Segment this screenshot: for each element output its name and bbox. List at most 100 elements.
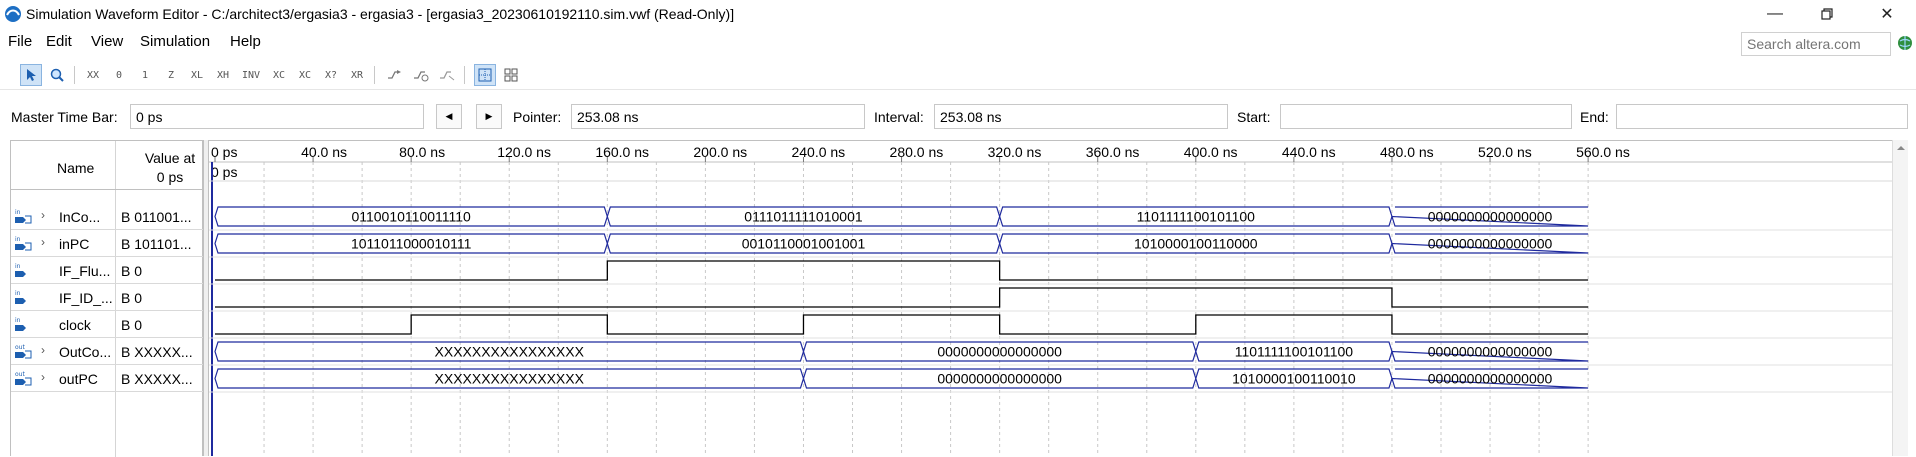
time-tick-label: 560.0 ns: [1576, 144, 1630, 160]
time-axis-background: [209, 141, 1907, 162]
forcing-high-icon[interactable]: 1: [134, 64, 156, 86]
forcing-unknown-icon[interactable]: XX: [82, 64, 104, 86]
input-pin-icon: in: [15, 209, 32, 224]
bus-value-label: 1010000100110000: [1134, 236, 1258, 252]
prev-transition-button[interactable]: ◀: [436, 104, 462, 129]
expand-chevron-icon[interactable]: ›: [41, 370, 45, 384]
end-field[interactable]: [1616, 104, 1908, 129]
signal-row[interactable]: out › OutCo... B XXXXX...: [11, 338, 204, 365]
window-title: Simulation Waveform Editor - C:/architec…: [26, 6, 735, 22]
signal-value: B 0: [121, 290, 143, 306]
selection-tool-icon[interactable]: [20, 64, 42, 86]
output-pin-icon: out: [15, 371, 32, 386]
globe-icon[interactable]: [1897, 35, 1913, 51]
signal-name: IF_ID_...: [59, 290, 113, 306]
time-tick-label: 120.0 ns: [497, 144, 551, 160]
bus-value-label: 0000000000000000: [1428, 209, 1553, 225]
bus-value-label: 0000000000000000: [937, 344, 1062, 360]
menu-help[interactable]: Help: [230, 33, 261, 50]
signal-value: B XXXXX...: [121, 371, 193, 387]
signal-name: clock: [59, 317, 91, 333]
expand-chevron-icon[interactable]: ›: [41, 208, 45, 222]
time-tick-label: 80.0 ns: [399, 144, 445, 160]
time-tick-label: 520.0 ns: [1478, 144, 1532, 160]
high-impedance-icon[interactable]: Z: [160, 64, 182, 86]
snap-to-grid-icon[interactable]: [474, 64, 496, 86]
bus-value-label: 0000000000000000: [1428, 371, 1553, 387]
expand-chevron-icon[interactable]: ›: [41, 343, 45, 357]
svg-text:out: out: [15, 371, 25, 378]
svg-text:out: out: [15, 344, 25, 351]
next-transition-button[interactable]: ▶: [476, 104, 502, 129]
bus-value-label: 1101111100101100: [1137, 209, 1256, 225]
menu-file[interactable]: File: [8, 33, 32, 50]
value-column-header[interactable]: Value at 0 ps: [129, 149, 211, 187]
clock-value-icon[interactable]: XC: [294, 64, 316, 86]
random-value-icon[interactable]: X?: [320, 64, 342, 86]
signal-name: outPC: [59, 371, 98, 387]
signal-row[interactable]: in IF_ID_... B 0: [11, 284, 204, 311]
time-tick-label: 320.0 ns: [988, 144, 1042, 160]
scroll-up-icon[interactable]: [1893, 140, 1909, 156]
bus-value-label: 0110010110011110: [351, 209, 471, 225]
svg-text:in: in: [15, 236, 21, 243]
forcing-low-icon[interactable]: 0: [108, 64, 130, 86]
cursor-time-label: 0 ps: [211, 164, 237, 180]
signal-name: inPC: [59, 236, 90, 252]
title-bar: Simulation Waveform Editor - C:/architec…: [0, 0, 1916, 28]
pointer-label: Pointer:: [513, 109, 562, 125]
output-pin-icon: out: [15, 344, 32, 359]
invert-icon[interactable]: INV: [240, 64, 262, 86]
weak-low-icon[interactable]: XL: [186, 64, 208, 86]
start-label: Start:: [1237, 109, 1271, 125]
waveform-panel[interactable]: 0 ps 40.0 ns 80.0 ns 120.0 ns 160.0 ns 200.0 …: [208, 140, 1908, 456]
signal-row[interactable]: in IF_Flu... B 0: [11, 257, 204, 284]
signal-row[interactable]: in clock B 0: [11, 311, 204, 338]
count-value-icon[interactable]: XC: [268, 64, 290, 86]
minimize-icon[interactable]: —: [1752, 0, 1798, 28]
timing-simulation-icon[interactable]: [410, 64, 432, 86]
bus-value-label: XXXXXXXXXXXXXXXX: [435, 371, 585, 387]
time-tick-label: 240.0 ns: [791, 144, 845, 160]
expand-chevron-icon[interactable]: ›: [41, 235, 45, 249]
waveform-canvas[interactable]: 0 ps 40.0 ns 80.0 ns 120.0 ns 160.0 ns 200.0 …: [209, 141, 1908, 456]
signal-row[interactable]: out › outPC B XXXXX...: [11, 365, 204, 392]
time-tick-label: 400.0 ns: [1184, 144, 1238, 160]
bus-value-label: 1101111100101100: [1235, 344, 1354, 360]
signal-name: InCo...: [59, 209, 101, 225]
master-time-bar-field[interactable]: 0 ps: [130, 104, 424, 129]
time-tick-label: 440.0 ns: [1282, 144, 1336, 160]
arbitrary-value-icon[interactable]: XR: [346, 64, 368, 86]
time-tick-label: 40.0 ns: [301, 144, 347, 160]
signal-row[interactable]: in › inPC B 101101...: [11, 230, 204, 257]
menu-simulation[interactable]: Simulation: [140, 33, 210, 50]
netlist-viewer-icon[interactable]: [436, 64, 458, 86]
close-icon[interactable]: ✕: [1864, 0, 1910, 28]
menu-bar: File Edit View Simulation Help: [0, 30, 1916, 54]
interval-label: Interval:: [874, 109, 924, 125]
weak-high-icon[interactable]: XH: [212, 64, 234, 86]
search-input[interactable]: [1741, 32, 1891, 56]
grid-settings-icon[interactable]: [500, 64, 522, 86]
input-pin-icon: in: [15, 236, 32, 251]
menu-edit[interactable]: Edit: [46, 33, 72, 50]
app-icon: [5, 6, 21, 22]
functional-simulation-icon[interactable]: [384, 64, 406, 86]
name-column-header[interactable]: Name: [57, 160, 94, 176]
end-label: End:: [1580, 109, 1609, 125]
toolbar-separator: [74, 66, 75, 84]
time-tick-label: 160.0 ns: [595, 144, 649, 160]
input-pin-icon: in: [15, 263, 26, 277]
bus-value-label: 1010000100110010: [1232, 371, 1356, 387]
time-tick-label: 360.0 ns: [1086, 144, 1140, 160]
signal-row[interactable]: in › InCo... B 011001...: [11, 203, 204, 230]
svg-text:in: in: [15, 263, 21, 270]
time-tick-label: 480.0 ns: [1380, 144, 1434, 160]
signal-value: B 011001...: [121, 209, 192, 225]
menu-view[interactable]: View: [91, 33, 123, 50]
vertical-scrollbar[interactable]: [1892, 140, 1908, 456]
zoom-tool-icon[interactable]: [46, 64, 68, 86]
restore-icon[interactable]: [1804, 0, 1850, 28]
pointer-field: 253.08 ns: [571, 104, 865, 129]
start-field[interactable]: [1280, 104, 1572, 129]
